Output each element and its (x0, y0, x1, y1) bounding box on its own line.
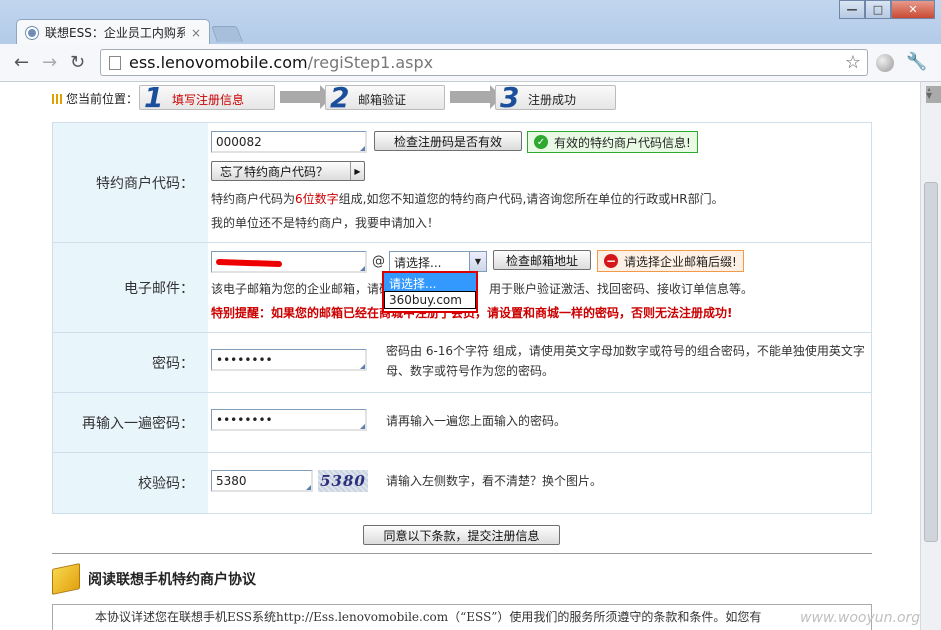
registration-form: 特约商户代码： 000082 检查注册码是否有效 ✓ 有效的特约商户代码信息! … (52, 122, 872, 514)
url-path: /regiStep1.aspx (307, 53, 434, 72)
url-host: ess.lenovomobile.com (129, 53, 308, 72)
step-3: 3 注册成功 (495, 82, 616, 114)
email-error-text: 请选择企业邮箱后缀! (624, 254, 737, 269)
step-arrow-icon (280, 85, 332, 109)
merchant-label: 特约商户代码： (53, 123, 208, 242)
merchant-code-input[interactable]: 000082 (211, 131, 367, 153)
location-icon (52, 93, 62, 104)
close-window-button[interactable]: ✕ (891, 0, 935, 19)
step-1: 1 填写注册信息 (139, 82, 275, 114)
error-icon: − (604, 254, 618, 268)
book-icon (52, 563, 80, 595)
email-hint-a: 该电子邮箱为您的企业邮箱，请确 (211, 282, 392, 296)
password-confirm-label: 再输入一遍密码： (53, 393, 208, 452)
apply-merchant-link[interactable]: 我的单位还不是特约商户，我要申请加入！ (211, 213, 439, 233)
divider (52, 553, 872, 554)
scroll-down-icon[interactable]: ▼ (926, 91, 941, 103)
agreement-text: 本协议详述您在联想手机ESS系统http://Ess.lenovomobile.… (95, 610, 762, 624)
captcha-hint[interactable]: 请输入左侧数字，看不清楚？换个图片。 (386, 471, 602, 491)
step-3-number: 3 (500, 82, 520, 114)
captcha-input[interactable]: 5380 (211, 470, 313, 492)
tab-close-icon[interactable]: × (191, 26, 201, 40)
submit-button[interactable]: 同意以下条款，提交注册信息 (363, 525, 560, 545)
agreement-heading: 阅读联想手机特约商户协议 (52, 563, 256, 595)
password-hint: 密码由 6-16个字符 组成，请使用英文字母加数字或符号的组合密码，不能单独使用… (386, 344, 865, 378)
tab-title: 联想ESS：企业员工内购系统 (45, 26, 185, 40)
page-viewport: 您当前位置： 1 填写注册信息 2 邮箱验证 3 注册成功 特约商户代码： 00… (0, 82, 920, 630)
breadcrumb: 您当前位置： (52, 90, 138, 107)
password-label: 密码： (53, 333, 208, 392)
merchant-row: 特约商户代码： 000082 检查注册码是否有效 ✓ 有效的特约商户代码信息! … (53, 123, 871, 243)
chevron-right-icon: ▶ (350, 162, 364, 180)
step-arrow-icon (450, 85, 502, 109)
forgot-merchant-button[interactable]: 忘了特约商户代码？ ▶ (211, 161, 365, 181)
redaction-mark (215, 258, 283, 268)
captcha-image[interactable]: 5380 (318, 470, 368, 492)
password-row: 密码： •••••••• 密码由 6-16个字符 组成，请使用英文字母加数字或符… (53, 333, 871, 393)
back-icon[interactable]: ← (14, 53, 29, 73)
email-label: 电子邮件： (53, 243, 208, 332)
captcha-label: 校验码： (53, 453, 208, 513)
minimize-button[interactable]: — (839, 0, 865, 19)
email-hint-b: 用于账户验证激活、找回密码、接收订单信息等。 (489, 282, 754, 296)
at-symbol: @ (372, 254, 385, 269)
new-tab-button[interactable] (211, 26, 243, 42)
step-1-label: 填写注册信息 (172, 93, 245, 107)
merchant-hint: 特约商户代码为6位数字组成,如您不知道您的特约商户代码,请咨询您所在单位的行政或… (211, 189, 724, 209)
merchant-hint-post: 组成,如您不知道您的特约商户代码,请咨询您所在单位的行政或HR部门。 (338, 192, 724, 206)
agreement-title: 阅读联想手机特约商户协议 (88, 572, 256, 588)
page-favicon-icon (25, 25, 39, 40)
email-error-badge: − 请选择企业邮箱后缀! (597, 250, 744, 272)
browser-toolbar: ← → ↻ ess.lenovomobile.com /regiStep1.as… (0, 44, 941, 82)
merchant-valid-text: 有效的特约商户代码信息! (554, 135, 691, 150)
step-2: 2 邮箱验证 (325, 82, 445, 114)
email-domain-select[interactable]: 请选择... ▼ (389, 251, 487, 272)
password-confirm-input[interactable]: •••••••• (211, 409, 367, 431)
agreement-textbox[interactable]: 本协议详述您在联想手机ESS系统http://Ess.lenovomobile.… (52, 604, 872, 630)
location-label: 您当前位置： (66, 92, 139, 106)
step-2-number: 2 (330, 82, 350, 114)
chevron-down-icon[interactable]: ▼ (469, 252, 486, 271)
title-bar: 联想ESS：企业员工内购系统 × — □ ✕ (0, 0, 941, 45)
password-confirm-hint: 请再输入一遍您上面输入的密码。 (386, 414, 567, 428)
dropdown-option[interactable]: 360buy.com (384, 291, 476, 309)
scroll-thumb[interactable] (924, 182, 938, 542)
window-controls: — □ ✕ (839, 0, 935, 19)
merchant-hint-digits: 6位数字 (295, 192, 339, 206)
forgot-merchant-label: 忘了特约商户代码？ (220, 164, 329, 179)
merchant-valid-badge: ✓ 有效的特约商户代码信息! (527, 131, 698, 153)
forward-icon[interactable]: → (42, 53, 57, 73)
page-icon (109, 55, 121, 70)
bookmark-star-icon[interactable]: ☆ (845, 52, 861, 73)
password-confirm-row: 再输入一遍密码： •••••••• 请再输入一遍您上面输入的密码。 (53, 393, 871, 453)
password-input[interactable]: •••••••• (211, 349, 367, 371)
reload-icon[interactable]: ↻ (70, 53, 85, 73)
merchant-hint-pre: 特约商户代码为 (211, 192, 296, 206)
check-merchant-button[interactable]: 检查注册码是否有效 (374, 131, 522, 151)
email-hint: 该电子邮箱为您的企业邮箱，请确 用于账户验证激活、找回密码、接收订单信息等。 (211, 279, 753, 299)
check-email-button[interactable]: 检查邮箱地址 (493, 250, 591, 270)
step-2-label: 邮箱验证 (358, 93, 407, 107)
captcha-row: 校验码： 5380 5380 请输入左侧数字，看不清楚？换个图片。 (53, 453, 871, 513)
vertical-scrollbar[interactable]: ▲ ▼ (920, 82, 941, 630)
dropdown-option[interactable]: 请选择... (384, 273, 476, 291)
email-domain-selected: 请选择... (394, 256, 442, 270)
wrench-icon[interactable]: 🔧 (906, 52, 927, 72)
maximize-button[interactable]: □ (865, 0, 891, 19)
check-icon: ✓ (534, 135, 548, 149)
email-domain-dropdown[interactable]: 请选择... 360buy.com (382, 271, 478, 313)
globe-icon[interactable] (876, 54, 894, 72)
email-row: 电子邮件： @ 请选择... ▼ 检查邮箱地址 − 请选择企业邮箱后缀! 该电子… (53, 243, 871, 333)
address-bar[interactable]: ess.lenovomobile.com /regiStep1.aspx ☆ (100, 49, 868, 76)
email-username-input[interactable] (211, 251, 367, 273)
watermark: www.wooyun.org (800, 610, 920, 626)
browser-tab[interactable]: 联想ESS：企业员工内购系统 × (16, 19, 210, 45)
step-1-number: 1 (144, 82, 164, 114)
step-3-label: 注册成功 (528, 93, 577, 107)
